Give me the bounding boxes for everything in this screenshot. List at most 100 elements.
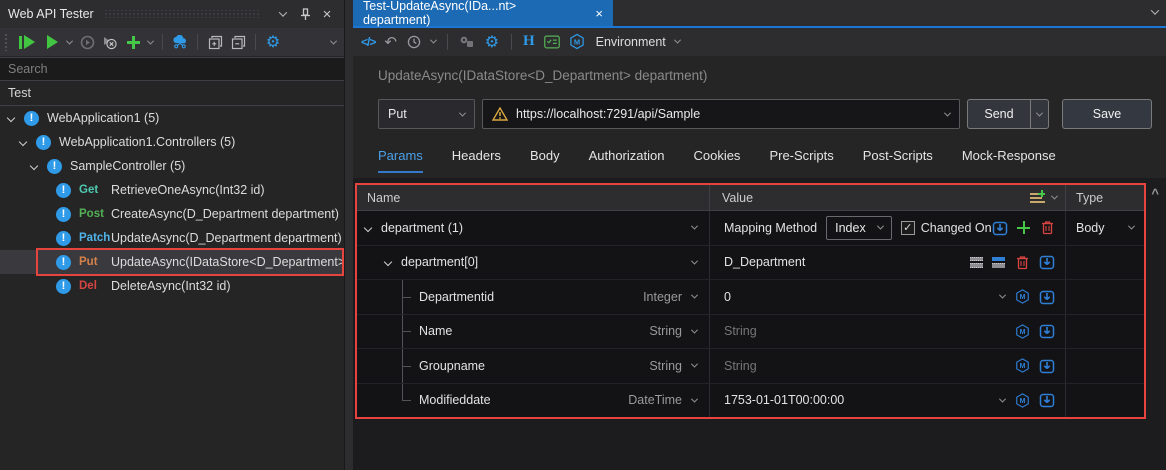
tree-node-patch-update[interactable]: Patch UpdateAsync(D_Department departmen… xyxy=(0,226,344,250)
param-value-cell[interactable]: 1753-01-01T00:00:00 M xyxy=(709,383,1065,417)
tab-params[interactable]: Params xyxy=(378,148,423,173)
mock-hexagon-icon[interactable]: M xyxy=(1014,358,1030,374)
headers-icon[interactable]: H xyxy=(523,33,535,50)
document-tab[interactable]: Test-UpdateAsync(IDa...nt> department) × xyxy=(353,0,613,27)
chevron-down-icon[interactable] xyxy=(18,137,28,147)
undo-icon[interactable]: ↶ xyxy=(384,33,397,51)
add-options-chevron-icon[interactable] xyxy=(146,37,155,45)
datatype-chevron-icon[interactable] xyxy=(690,395,699,403)
param-value-cell[interactable]: 0 M xyxy=(709,280,1065,314)
tabbar-overflow-chevron-icon[interactable] xyxy=(1150,6,1160,15)
save-button[interactable]: Save xyxy=(1062,99,1152,129)
tab-cookies[interactable]: Cookies xyxy=(693,148,740,173)
run-all-tests-button[interactable] xyxy=(17,34,37,50)
tree-node-del-delete[interactable]: Del DeleteAsync(Int32 id) xyxy=(0,274,344,298)
param-type-cell[interactable] xyxy=(1065,280,1144,314)
url-combobox[interactable]: https://localhost:7291/api/Sample xyxy=(482,99,960,129)
http-method-select[interactable]: Put xyxy=(378,99,475,129)
tree-node-put-update-selected[interactable]: Put UpdateAsync(IDataStore<D_Department>… xyxy=(0,250,344,274)
name-cell-chevron-icon[interactable] xyxy=(690,257,699,265)
param-name-cell[interactable]: department[0] xyxy=(357,246,709,280)
import-value-icon[interactable] xyxy=(992,220,1008,236)
name-cell-chevron-icon[interactable] xyxy=(690,222,699,230)
delete-trash-icon[interactable] xyxy=(1039,220,1055,236)
code-view-icon[interactable]: </> xyxy=(361,35,376,49)
param-type-cell[interactable]: Body xyxy=(1065,211,1144,245)
request-settings-gear-icon[interactable]: ⚙ xyxy=(484,33,500,50)
mock-hexagon-icon[interactable]: M xyxy=(569,33,585,50)
param-type-cell[interactable] xyxy=(1065,383,1144,417)
add-item-icon[interactable] xyxy=(1017,221,1030,235)
import-value-icon[interactable] xyxy=(1039,358,1055,374)
rows-gray-icon[interactable] xyxy=(970,256,983,268)
rows-blue-icon[interactable] xyxy=(992,256,1005,268)
mapping-method-select[interactable]: Index xyxy=(826,215,892,240)
delete-trash-icon[interactable] xyxy=(1014,254,1030,270)
param-value-cell[interactable]: String M xyxy=(709,349,1065,383)
param-type-cell[interactable] xyxy=(1065,349,1144,383)
expand-all-icon[interactable] xyxy=(207,34,223,50)
cloud-api-icon[interactable] xyxy=(172,34,188,50)
tree-node-controllers[interactable]: WebApplication1.Controllers (5) xyxy=(0,130,344,154)
pin-icon[interactable] xyxy=(296,5,314,23)
checklist-icon[interactable] xyxy=(543,34,560,50)
scroll-up-icon[interactable]: ^ xyxy=(1151,186,1159,201)
param-value-cell[interactable]: String M xyxy=(709,314,1065,348)
history-clock-icon[interactable] xyxy=(406,34,422,50)
settings-gear-icon[interactable]: ⚙ xyxy=(265,34,281,50)
rerun-button-disabled[interactable] xyxy=(79,34,95,50)
type-chevron-icon[interactable] xyxy=(1127,222,1136,230)
window-menu-button[interactable] xyxy=(274,5,292,23)
import-value-icon[interactable] xyxy=(1039,254,1055,270)
search-input[interactable] xyxy=(0,62,344,76)
param-type-cell[interactable] xyxy=(1065,245,1144,279)
send-options-chevron-icon[interactable] xyxy=(1030,99,1049,129)
value-chevron-icon[interactable] xyxy=(998,395,1007,403)
changed-on-checkbox[interactable]: ✓ xyxy=(900,220,915,235)
param-name-cell[interactable]: Groupname String xyxy=(357,349,709,383)
tab-close-icon[interactable]: × xyxy=(595,7,603,20)
tab-authorization[interactable]: Authorization xyxy=(589,148,665,173)
mock-hexagon-icon[interactable]: M xyxy=(1014,289,1030,305)
tab-body[interactable]: Body xyxy=(530,148,560,173)
import-value-icon[interactable] xyxy=(1039,289,1055,305)
tree-node-webapplication1[interactable]: WebApplication1 (5) xyxy=(0,106,344,130)
build-settings-icon[interactable] xyxy=(459,34,475,50)
param-name-cell[interactable]: Modifieddate DateTime xyxy=(357,383,709,418)
run-options-chevron-icon[interactable] xyxy=(65,37,74,45)
collapse-all-icon[interactable] xyxy=(230,34,246,50)
datatype-chevron-icon[interactable] xyxy=(690,291,699,299)
chevron-down-icon[interactable] xyxy=(383,258,393,267)
import-value-icon[interactable] xyxy=(1039,392,1055,408)
drag-grip[interactable] xyxy=(103,10,260,18)
chevron-down-icon[interactable] xyxy=(29,161,39,171)
stop-test-button[interactable] xyxy=(102,34,118,50)
tab-post-scripts[interactable]: Post-Scripts xyxy=(863,148,933,173)
url-chevron-icon[interactable] xyxy=(943,109,952,117)
param-name-cell[interactable]: Name String xyxy=(357,314,709,349)
param-name-cell[interactable]: department (1) xyxy=(357,211,709,245)
value-chevron-icon[interactable] xyxy=(998,291,1007,299)
environment-dropdown[interactable]: Environment xyxy=(596,35,666,49)
chevron-down-icon[interactable] xyxy=(363,223,373,232)
import-value-icon[interactable] xyxy=(1039,323,1055,339)
datatype-chevron-icon[interactable] xyxy=(690,360,699,368)
param-type-cell[interactable] xyxy=(1065,314,1144,348)
mock-hexagon-icon[interactable]: M xyxy=(1014,323,1030,339)
param-name-cell[interactable]: Departmentid Integer xyxy=(357,280,709,314)
history-chevron-icon[interactable] xyxy=(429,36,437,44)
tab-pre-scripts[interactable]: Pre-Scripts xyxy=(769,148,833,173)
add-row-chevron-icon[interactable] xyxy=(1050,192,1059,200)
add-row-icon[interactable] xyxy=(1030,189,1045,204)
tab-headers[interactable]: Headers xyxy=(452,148,501,173)
send-button[interactable]: Send xyxy=(967,99,1030,129)
tree-node-get-retrieveone[interactable]: Get RetrieveOneAsync(Int32 id) xyxy=(0,178,344,202)
chevron-down-icon[interactable] xyxy=(6,113,16,123)
run-test-button[interactable] xyxy=(44,34,60,50)
tree-node-post-create[interactable]: Post CreateAsync(D_Department department… xyxy=(0,202,344,226)
mock-hexagon-icon[interactable]: M xyxy=(1014,392,1030,408)
close-icon[interactable]: × xyxy=(318,5,336,23)
datatype-chevron-icon[interactable] xyxy=(690,326,699,334)
tree-node-samplecontroller[interactable]: SampleController (5) xyxy=(0,154,344,178)
toolbar-overflow-chevron-icon[interactable] xyxy=(329,37,338,45)
